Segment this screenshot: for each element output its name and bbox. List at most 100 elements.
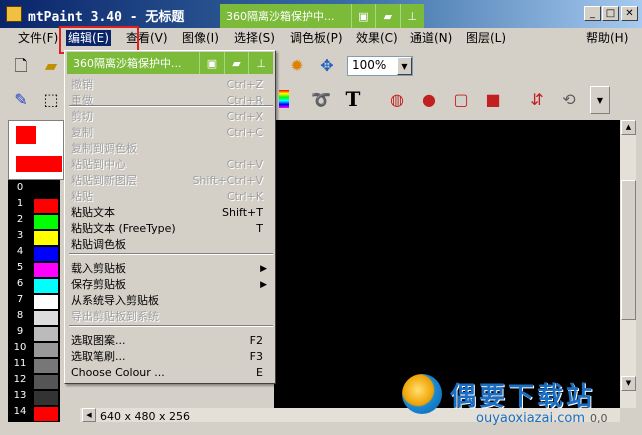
palette-swatch[interactable] [34, 279, 58, 293]
rotate-icon[interactable]: ⟲ [558, 89, 580, 111]
palette-swatch[interactable] [34, 327, 58, 341]
menu-item-shortcut: Shift+T [222, 206, 263, 219]
edit-menu-item: 导出剪贴板到系统 [71, 309, 269, 325]
pencil-icon[interactable]: ✎ [10, 89, 32, 111]
menu-effects[interactable]: 效果(C) [354, 30, 400, 46]
palette-swatch[interactable] [34, 359, 58, 373]
vertical-scroll-thumb[interactable] [621, 180, 636, 320]
folder-icon[interactable]: ▰ [375, 4, 399, 28]
menu-channels[interactable]: 通道(N) [408, 30, 454, 46]
palette-swatch[interactable] [34, 407, 58, 421]
minimize-button[interactable]: _ [584, 6, 601, 21]
rect-outline-icon[interactable]: ▢ [450, 89, 472, 111]
palette-swatch[interactable] [34, 295, 58, 309]
menu-item-label: 粘贴调色板 [71, 238, 126, 251]
edit-menu-item: 复制到调色板 [71, 141, 269, 157]
menu-palette[interactable]: 调色板(P) [288, 30, 345, 46]
foreground-color[interactable] [16, 126, 36, 144]
palette-index: 13 [13, 390, 27, 401]
scroll-left-arrow[interactable]: ◀ [82, 408, 96, 422]
palette-index: 0 [16, 182, 24, 193]
submenu-arrow-icon: ▶ [260, 264, 267, 274]
palette-swatch[interactable] [34, 343, 58, 357]
palette-index: 1 [16, 198, 24, 209]
edit-menu-item[interactable]: 载入剪贴板 ▶ [71, 261, 269, 277]
ellipse-outline-icon[interactable]: ◍ [386, 89, 408, 111]
gradient-icon[interactable] [279, 90, 289, 108]
palette-index: 2 [16, 214, 24, 225]
menu-image[interactable]: 图像(I) [180, 30, 221, 46]
palette-index: 5 [16, 262, 24, 273]
palette-swatch[interactable] [34, 263, 58, 277]
select-rect-icon[interactable]: ⬚ [40, 89, 62, 111]
chevron-down-icon[interactable]: ▼ [397, 57, 412, 75]
menu-item-shortcut: Ctrl+Z [226, 78, 263, 91]
palette-index: 7 [16, 294, 24, 305]
zoom-value: 100% [352, 58, 387, 72]
scroll-down-arrow[interactable]: ▼ [621, 376, 636, 391]
palette-swatch[interactable] [34, 375, 58, 389]
scroll-up-arrow[interactable]: ▲ [621, 120, 636, 135]
menu-file[interactable]: 文件(F) [16, 30, 60, 46]
new-file-icon[interactable]: 🗋 [10, 55, 32, 77]
move-arrows-icon[interactable]: ✥ [316, 55, 338, 77]
edit-menu-item[interactable]: 粘贴文本 Shift+T [71, 205, 269, 221]
palette-swatch[interactable] [34, 183, 58, 197]
window-icon[interactable]: ▣ [350, 4, 375, 28]
pin-icon[interactable]: ⊥ [248, 52, 273, 74]
edit-menu-item: 撤销 Ctrl+Z [71, 77, 269, 93]
image-canvas[interactable] [274, 120, 620, 408]
palette-swatch[interactable] [34, 311, 58, 325]
menu-separator [69, 253, 273, 255]
palette-index: 6 [16, 278, 24, 289]
edit-menu-item: 粘贴到新图层 Shift+Ctrl+V [71, 173, 269, 189]
palette-swatch[interactable] [34, 247, 58, 261]
background-color[interactable] [16, 156, 62, 172]
menu-item-label: 选取图案... [71, 334, 126, 347]
palette-swatch[interactable] [34, 231, 58, 245]
sandbox-banner-menu[interactable]: 360隔离沙箱保护中... ▣ ▰ ⊥ [67, 52, 273, 74]
edit-menu-item[interactable]: 粘贴文本 (FreeType) T [71, 221, 269, 237]
ellipse-filled-icon[interactable]: ● [418, 89, 440, 111]
menu-item-shortcut: Shift+Ctrl+V [192, 174, 263, 187]
palette-swatch[interactable] [34, 215, 58, 229]
menu-layers[interactable]: 图层(L) [464, 30, 508, 46]
menu-item-label: 粘贴到中心 [71, 158, 126, 171]
menu-item-shortcut: Ctrl+V [226, 158, 263, 171]
close-button[interactable]: ✕ [621, 6, 638, 21]
menu-item-shortcut: T [256, 222, 263, 235]
window-icon[interactable]: ▣ [199, 52, 224, 74]
palette-index: 8 [16, 310, 24, 321]
edit-menu-item[interactable]: 选取笔刷... F3 [71, 349, 269, 365]
flip-icon[interactable]: ⇵ [526, 89, 548, 111]
watermark-url: ouyaoxiazai.com [476, 411, 585, 426]
lasso-icon[interactable]: ➰ [310, 89, 332, 111]
folder-icon[interactable]: ▰ [223, 52, 249, 74]
sun-icon[interactable]: ✹ [286, 55, 308, 77]
palette-swatch[interactable] [34, 199, 58, 213]
rect-filled-icon[interactable]: ■ [482, 89, 504, 111]
edit-menu-item[interactable]: 保存剪贴板 ▶ [71, 277, 269, 293]
sandbox-banner-top[interactable]: 360隔离沙箱保护中... ▣ ▰ ⊥ [220, 4, 424, 28]
edit-menu-item[interactable]: 粘贴调色板 [71, 237, 269, 253]
menu-help[interactable]: 帮助(H) [584, 30, 630, 46]
maximize-button[interactable]: □ [602, 6, 619, 21]
menu-item-label: 粘贴文本 [71, 206, 115, 219]
palette-index: 4 [16, 246, 24, 257]
menu-item-shortcut: E [256, 366, 263, 379]
palette-index: 11 [13, 358, 27, 369]
palette-index: 14 [13, 406, 27, 417]
edit-menu-item[interactable]: Choose Colour ... E [71, 365, 269, 381]
edit-menu-item[interactable]: 选取图案... F2 [71, 333, 269, 349]
menu-item-label: 载入剪贴板 [71, 262, 126, 275]
open-folder-icon[interactable]: ▰ [40, 55, 62, 77]
menu-item-shortcut: F2 [249, 334, 263, 347]
menu-select[interactable]: 选择(S) [232, 30, 277, 46]
menu-item-label: 剪切 [71, 110, 93, 123]
palette-swatch[interactable] [34, 391, 58, 405]
menu-separator [69, 325, 273, 327]
pin-icon[interactable]: ⊥ [399, 4, 424, 28]
edit-menu-item[interactable]: 从系统导入剪贴板 [71, 293, 269, 309]
text-tool-icon[interactable]: T [342, 88, 364, 110]
toolbar-more-button[interactable]: ▼ [590, 86, 610, 114]
